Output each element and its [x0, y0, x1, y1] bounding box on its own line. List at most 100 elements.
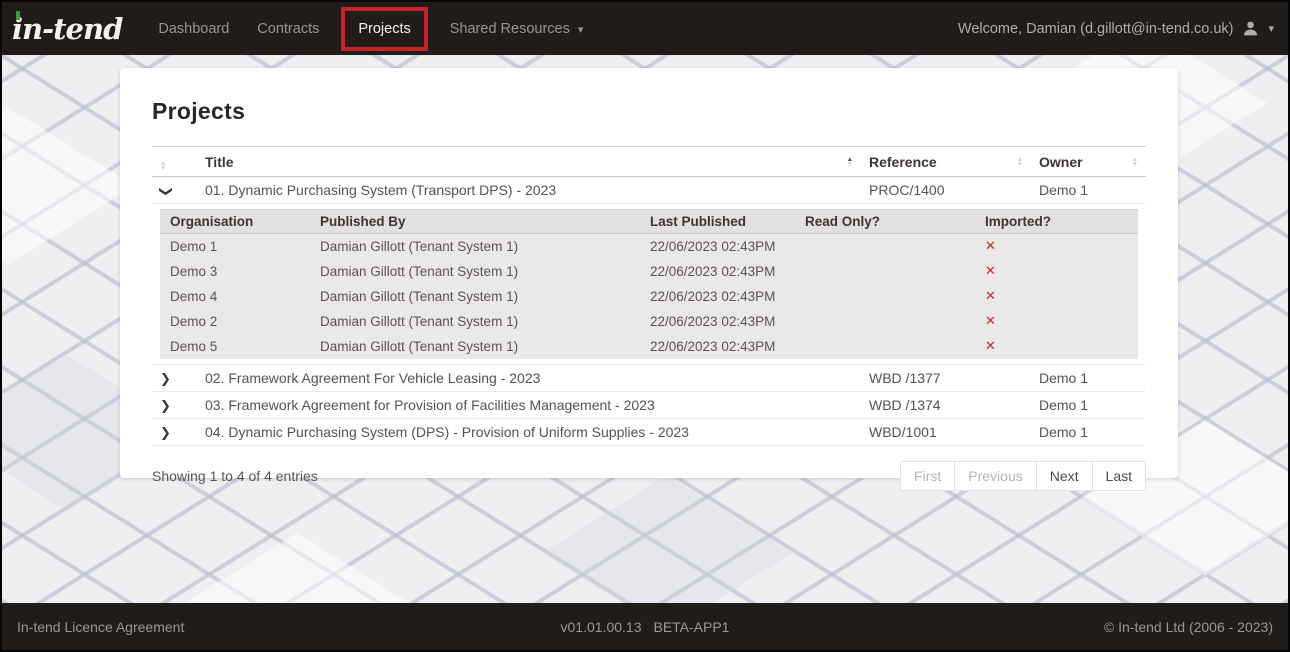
project-title-cell: 04. Dynamic Purchasing System (DPS) - Pr… — [197, 419, 861, 446]
background-diamond — [172, 533, 422, 603]
subtable-row: Demo 2 Damian Gillott (Tenant System 1) … — [160, 309, 1138, 334]
project-title-cell: 01. Dynamic Purchasing System (Transport… — [197, 177, 861, 204]
not-imported-cross-icon: ✕ — [985, 339, 996, 354]
chevron-down-icon: ▾ — [578, 24, 584, 36]
main-content: Projects ▲▼ Title ▲▼ — [2, 55, 1288, 603]
project-reference-cell: PROC/1400 — [861, 177, 1031, 204]
app-name: BETA-APP1 — [653, 619, 729, 635]
nav-item-contracts[interactable]: Contracts — [243, 12, 333, 46]
not-imported-cross-icon: ✕ — [985, 239, 996, 254]
welcome-text: Welcome, Damian (d.gillott@in-tend.co.uk… — [958, 21, 1234, 37]
details-cell: Organisation Published By Last Published… — [152, 204, 1146, 365]
collapse-chevron-icon[interactable]: ❯ — [159, 186, 172, 197]
expand-chevron-icon[interactable]: ❯ — [160, 427, 171, 440]
read-only-cell — [790, 234, 975, 259]
nav-item-projects[interactable]: Projects — [345, 11, 423, 47]
main-nav: Dashboard Contracts Projects Shared Reso… — [144, 2, 597, 55]
project-reference-cell: WBD /1374 — [861, 392, 1031, 419]
expand-chevron-icon[interactable]: ❯ — [160, 373, 171, 386]
nav-item-dashboard[interactable]: Dashboard — [144, 12, 243, 46]
logo[interactable]: in-tend — [12, 12, 122, 46]
subcolumn-header-read-only: Read Only? — [790, 210, 975, 234]
user-menu-caret-icon[interactable]: ▾ — [1268, 22, 1274, 35]
expand-cell: ❯ — [152, 419, 197, 446]
user-icon[interactable] — [1242, 20, 1259, 37]
sort-icon: ▲▼ — [160, 161, 166, 171]
table-row-project-04: ❯ 04. Dynamic Purchasing System (DPS) - … — [152, 419, 1146, 446]
subtable-row: Demo 3 Damian Gillott (Tenant System 1) … — [160, 259, 1138, 284]
column-header-expand[interactable]: ▲▼ — [152, 147, 197, 177]
last-published-cell: 22/06/2023 02:43PM — [640, 259, 790, 284]
pagination-last-button[interactable]: Last — [1092, 461, 1146, 491]
organisation-cell: Demo 4 — [160, 284, 310, 309]
column-header-owner[interactable]: Owner ▲▼ — [1031, 147, 1146, 177]
table-row-project-03: ❯ 03. Framework Agreement for Provision … — [152, 392, 1146, 419]
page-footer: In-tend Licence Agreement v01.01.00.13 B… — [2, 603, 1288, 650]
table-row-project-02: ❯ 02. Framework Agreement For Vehicle Le… — [152, 365, 1146, 392]
licence-agreement-link[interactable]: In-tend Licence Agreement — [17, 619, 184, 635]
published-by-cell: Damian Gillott (Tenant System 1) — [310, 284, 640, 309]
imported-cell: ✕ — [975, 284, 1138, 309]
subtable-row: Demo 1 Damian Gillott (Tenant System 1) … — [160, 234, 1138, 259]
table-row-project-01: ❯ 01. Dynamic Purchasing System (Transpo… — [152, 177, 1146, 204]
app-window: in-tend Dashboard Contracts Projects Sha… — [0, 0, 1290, 652]
project-reference-cell: WBD/1001 — [861, 419, 1031, 446]
not-imported-cross-icon: ✕ — [985, 289, 996, 304]
last-published-cell: 22/06/2023 02:43PM — [640, 284, 790, 309]
pagination-next-button[interactable]: Next — [1036, 461, 1093, 491]
table-header-row: ▲▼ Title ▲▼ Reference ▲▼ — [152, 147, 1146, 177]
expand-cell: ❯ — [152, 365, 197, 392]
column-header-reference-label: Reference — [869, 154, 937, 170]
top-navbar: in-tend Dashboard Contracts Projects Sha… — [2, 2, 1288, 55]
last-published-cell: 22/06/2023 02:43PM — [640, 234, 790, 259]
read-only-cell — [790, 284, 975, 309]
project-owner-cell: Demo 1 — [1031, 392, 1146, 419]
project-title-cell: 02. Framework Agreement For Vehicle Leas… — [197, 365, 861, 392]
last-published-cell: 22/06/2023 02:43PM — [640, 334, 790, 359]
subtable-row: Demo 5 Damian Gillott (Tenant System 1) … — [160, 334, 1138, 359]
project-owner-cell: Demo 1 — [1031, 419, 1146, 446]
organisation-cell: Demo 1 — [160, 234, 310, 259]
published-by-cell: Damian Gillott (Tenant System 1) — [310, 259, 640, 284]
pagination-previous-button[interactable]: Previous — [954, 461, 1036, 491]
imported-cell: ✕ — [975, 234, 1138, 259]
not-imported-cross-icon: ✕ — [985, 264, 996, 279]
navbar-right: Welcome, Damian (d.gillott@in-tend.co.uk… — [958, 20, 1274, 37]
published-by-cell: Damian Gillott (Tenant System 1) — [310, 234, 640, 259]
annotation-highlight-box: Projects — [341, 7, 427, 51]
expand-chevron-icon[interactable]: ❯ — [160, 400, 171, 413]
read-only-cell — [790, 334, 975, 359]
column-header-owner-label: Owner — [1039, 154, 1083, 170]
sort-icon: ▲▼ — [1017, 157, 1023, 167]
imported-cell: ✕ — [975, 259, 1138, 284]
logo-text: in-tend — [12, 12, 122, 46]
sort-icon: ▲▼ — [1132, 157, 1138, 167]
subcolumn-header-last-published: Last Published — [640, 210, 790, 234]
copyright-text: © In-tend Ltd (2006 - 2023) — [1104, 619, 1273, 635]
subtable-row: Demo 4 Damian Gillott (Tenant System 1) … — [160, 284, 1138, 309]
subcolumn-header-imported: Imported? — [975, 210, 1138, 234]
column-header-title[interactable]: Title ▲▼ — [197, 147, 861, 177]
table-footer: Showing 1 to 4 of 4 entries First Previo… — [152, 461, 1146, 491]
table-row-project-01-details: Organisation Published By Last Published… — [152, 204, 1146, 365]
not-imported-cross-icon: ✕ — [985, 314, 996, 329]
organisation-cell: Demo 2 — [160, 309, 310, 334]
pagination-first-button[interactable]: First — [900, 461, 955, 491]
nav-item-shared-resources[interactable]: Shared Resources ▾ — [436, 12, 598, 46]
read-only-cell — [790, 259, 975, 284]
published-by-cell: Damian Gillott (Tenant System 1) — [310, 334, 640, 359]
column-header-title-label: Title — [205, 154, 234, 170]
last-published-cell: 22/06/2023 02:43PM — [640, 309, 790, 334]
background-diamond — [542, 475, 792, 603]
project-owner-cell: Demo 1 — [1031, 365, 1146, 392]
imported-cell: ✕ — [975, 334, 1138, 359]
organisations-subtable: Organisation Published By Last Published… — [160, 209, 1138, 359]
published-by-cell: Damian Gillott (Tenant System 1) — [310, 309, 640, 334]
logo-green-mark — [16, 11, 20, 20]
project-reference-cell: WBD /1377 — [861, 365, 1031, 392]
column-header-reference[interactable]: Reference ▲▼ — [861, 147, 1031, 177]
subtable-header-row: Organisation Published By Last Published… — [160, 210, 1138, 234]
project-owner-cell: Demo 1 — [1031, 177, 1146, 204]
pagination: First Previous Next Last — [900, 461, 1146, 491]
imported-cell: ✕ — [975, 309, 1138, 334]
